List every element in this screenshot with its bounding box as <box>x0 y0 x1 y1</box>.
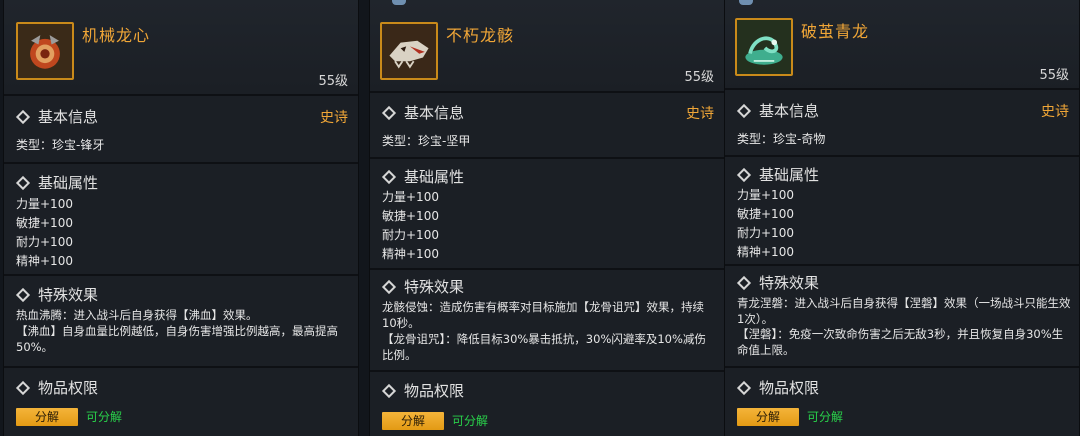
item-name: 不朽龙骸 <box>446 26 515 45</box>
section-title: 基本信息 <box>404 104 465 122</box>
section-title: 特殊效果 <box>759 274 820 292</box>
section-title: 基本信息 <box>759 102 820 120</box>
item-card-1: 机械龙心 55级 基本信息 史诗 类型：珍宝-锋牙 基础属性 力量+100 敏捷… <box>3 0 359 436</box>
item-level: 55级 <box>684 70 714 85</box>
item-type: 类型：珍宝-坚甲 <box>382 134 471 148</box>
section-title: 基础属性 <box>404 168 465 186</box>
effect-line-2: 【沸血】自身血量比例越低，自身伤害增强比例越高，最高提高50%。 <box>16 324 338 354</box>
attr-agility: 敏捷+100 <box>16 216 73 230</box>
rarity-label: 史诗 <box>686 106 714 122</box>
divider <box>725 264 1079 266</box>
divider <box>725 366 1079 368</box>
azure-dragon-icon <box>735 18 793 76</box>
attr-spirit: 精神+100 <box>382 247 439 261</box>
section-base-attrs: 基础属性 <box>381 166 465 187</box>
item-type: 类型：珍宝-奇物 <box>737 132 826 146</box>
diamond-icon <box>15 380 31 395</box>
section-special: 特殊效果 <box>736 272 820 293</box>
divider <box>4 366 358 368</box>
divider <box>370 157 724 159</box>
attr-stamina: 耐力+100 <box>16 235 73 249</box>
effect-line-1: 热血沸腾：进入战斗后自身获得【沸血】效果。 <box>16 308 258 322</box>
effect-line-1: 青龙涅磐：进入战斗后自身获得【涅磐】效果（一场战斗只能生效1次）。 <box>737 296 1071 326</box>
divider <box>4 274 358 276</box>
attr-agility: 敏捷+100 <box>737 207 794 221</box>
item-card-3: 破茧青龙 55级 基本信息 史诗 类型：珍宝-奇物 基础属性 力量+100 敏捷… <box>724 0 1080 436</box>
diamond-icon <box>736 167 752 182</box>
effect-line-1: 龙骸侵蚀：造成伤害有概率对目标施加【龙骨诅咒】效果，持续10秒。 <box>382 300 704 330</box>
section-special: 特殊效果 <box>381 276 465 297</box>
diamond-icon <box>15 175 31 190</box>
diamond-icon <box>381 169 397 184</box>
attr-spirit: 精神+100 <box>737 245 794 259</box>
effect-line-2: 【涅磐】：免疫一次致命伤害之后无敌3秒，并且恢复自身30%生命值上限。 <box>737 327 1064 357</box>
dismantle-status: 可分解 <box>807 410 844 424</box>
divider <box>370 91 724 93</box>
diamond-icon <box>736 380 752 395</box>
item-name: 破茧青龙 <box>801 22 870 41</box>
mech-dragon-heart-icon <box>16 22 74 80</box>
diamond-icon <box>736 275 752 290</box>
section-permission: 物品权限 <box>381 380 465 401</box>
section-base-attrs: 基础属性 <box>736 164 820 185</box>
diamond-icon <box>15 287 31 302</box>
dismantle-status: 可分解 <box>452 414 489 428</box>
attr-stamina: 耐力+100 <box>737 226 794 240</box>
tab-marker <box>739 0 753 5</box>
section-permission: 物品权限 <box>736 377 820 398</box>
attr-stamina: 耐力+100 <box>382 228 439 242</box>
divider <box>725 88 1079 90</box>
section-basic-info: 基本信息 <box>736 100 820 121</box>
section-title: 物品权限 <box>404 382 465 400</box>
dismantle-button[interactable]: 分解 <box>16 408 78 426</box>
section-title: 基本信息 <box>38 108 99 126</box>
section-title: 物品权限 <box>38 379 99 397</box>
dismantle-status: 可分解 <box>86 410 123 424</box>
section-special: 特殊效果 <box>15 284 99 305</box>
item-type: 类型：珍宝-锋牙 <box>16 138 105 152</box>
divider <box>370 268 724 270</box>
attr-agility: 敏捷+100 <box>382 209 439 223</box>
diamond-icon <box>15 109 31 124</box>
effect-line-2: 【龙骨诅咒】：降低目标30%暴击抵抗，30%闪避率及10%减伤比例。 <box>382 332 706 362</box>
diamond-icon <box>381 383 397 398</box>
item-name: 机械龙心 <box>82 26 151 45</box>
diamond-icon <box>736 103 752 118</box>
attr-strength: 力量+100 <box>16 197 73 211</box>
section-basic-info: 基本信息 <box>381 102 465 123</box>
divider <box>370 370 724 372</box>
section-permission: 物品权限 <box>15 377 99 398</box>
rarity-label: 史诗 <box>1041 104 1069 120</box>
dismantle-button[interactable]: 分解 <box>382 412 444 430</box>
divider <box>4 162 358 164</box>
section-title: 物品权限 <box>759 379 820 397</box>
item-card-2: 不朽龙骸 55级 基本信息 史诗 类型：珍宝-坚甲 基础属性 力量+100 敏捷… <box>369 0 725 436</box>
section-title: 基础属性 <box>759 166 820 184</box>
section-title: 基础属性 <box>38 174 99 192</box>
dragon-skull-icon <box>380 22 438 80</box>
item-level: 55级 <box>318 74 348 89</box>
divider <box>725 155 1079 157</box>
divider <box>4 94 358 96</box>
attr-strength: 力量+100 <box>382 190 439 204</box>
tab-marker <box>392 0 406 5</box>
attr-strength: 力量+100 <box>737 188 794 202</box>
diamond-icon <box>381 279 397 294</box>
dismantle-button[interactable]: 分解 <box>737 408 799 426</box>
section-title: 特殊效果 <box>38 286 99 304</box>
attr-spirit: 精神+100 <box>16 254 73 268</box>
diamond-icon <box>381 105 397 120</box>
section-title: 特殊效果 <box>404 278 465 296</box>
rarity-label: 史诗 <box>320 110 348 126</box>
section-base-attrs: 基础属性 <box>15 172 99 193</box>
section-basic-info: 基本信息 <box>15 106 99 127</box>
item-level: 55级 <box>1039 68 1069 83</box>
